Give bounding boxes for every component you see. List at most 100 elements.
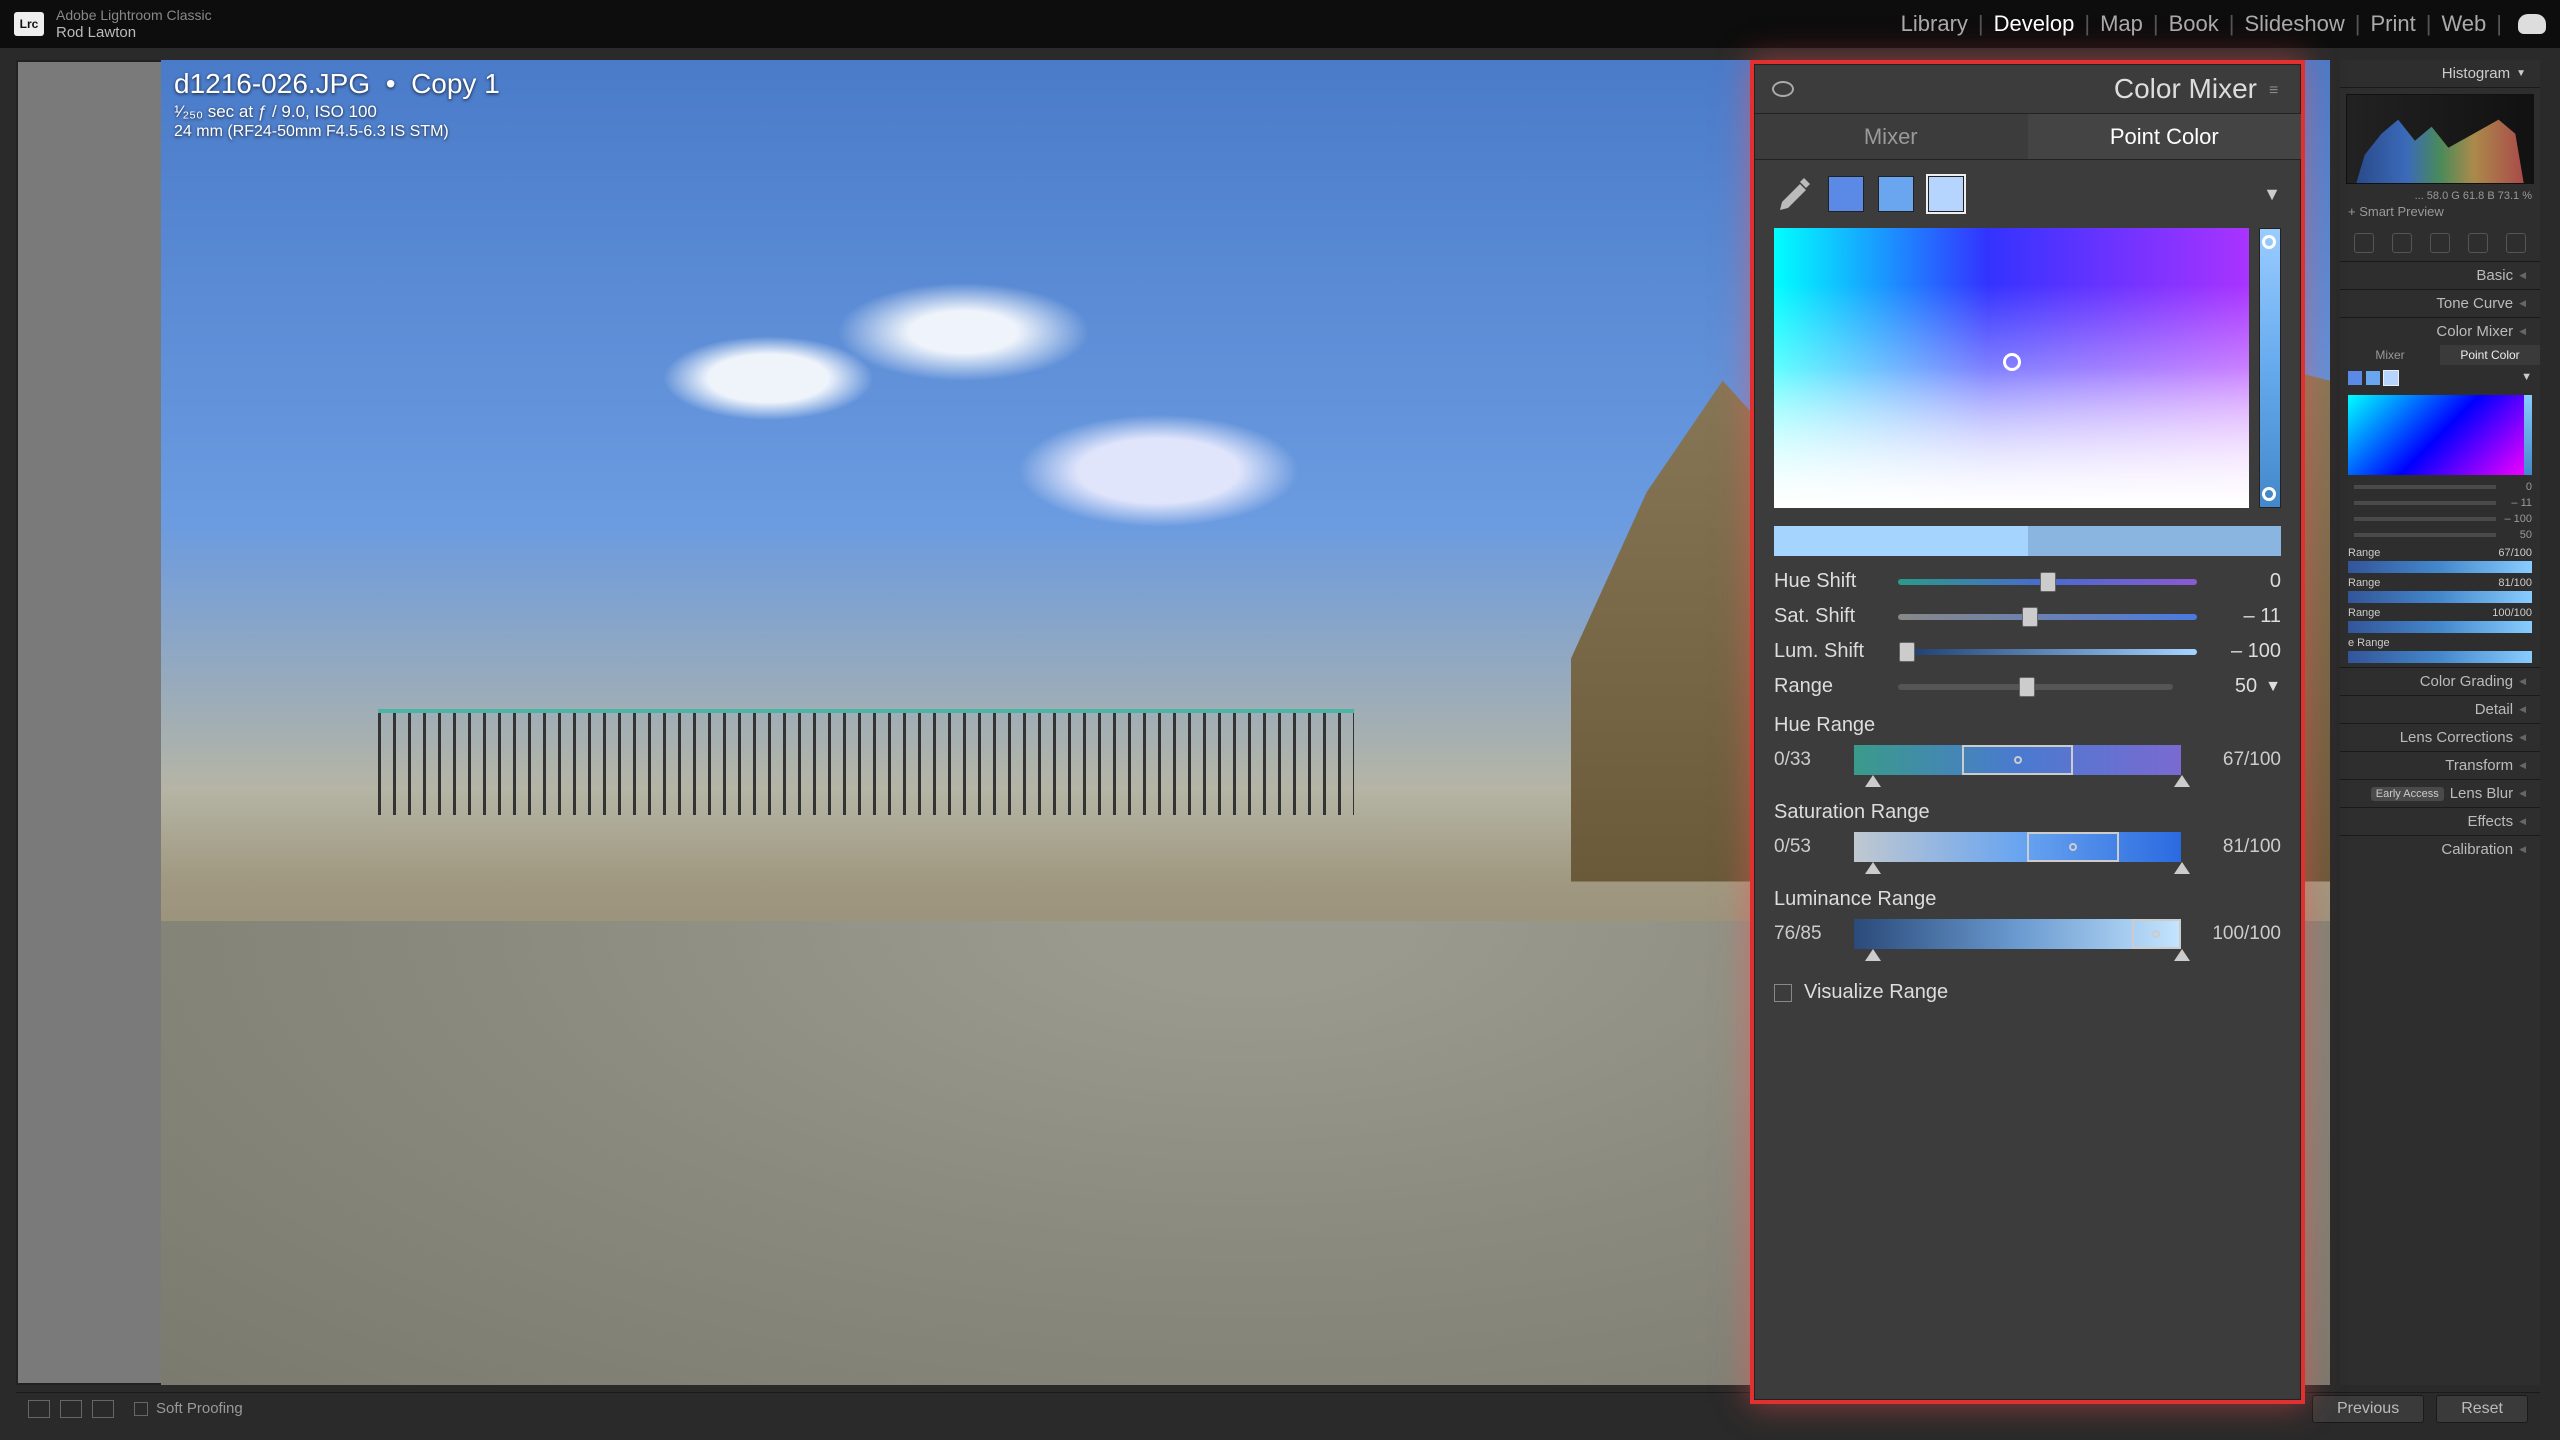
slider-thumb[interactable] xyxy=(2022,607,2038,627)
slider-track[interactable] xyxy=(1898,649,2197,655)
eyedropper-icon[interactable] xyxy=(1774,174,1814,214)
visualize-range-row[interactable]: Visualize Range xyxy=(1754,965,2301,1020)
swatch-disclosure-icon[interactable]: ▼ xyxy=(2263,184,2281,205)
hue-range-handle-right[interactable] xyxy=(2174,775,2190,787)
mini-range-0[interactable]: Range 67/100 xyxy=(2348,547,2532,573)
section-color-mixer[interactable]: Color Mixer◀ xyxy=(2340,317,2540,345)
luminance-range-handle-right[interactable] xyxy=(2174,949,2190,961)
histogram[interactable] xyxy=(2346,94,2534,184)
saturation-range-bar[interactable] xyxy=(1854,832,2181,862)
section-lens-blur[interactable]: Early AccessLens Blur◀ xyxy=(2340,779,2540,807)
mini-range-1[interactable]: Range 81/100 xyxy=(2348,577,2532,603)
reset-button[interactable]: Reset xyxy=(2436,1395,2528,1423)
soft-proofing-toggle[interactable]: Soft Proofing xyxy=(134,1400,243,1417)
smart-preview-indicator[interactable]: + Smart Preview xyxy=(2340,202,2540,225)
mini-color-field[interactable] xyxy=(2348,395,2532,475)
mini-swatches: ▼ xyxy=(2340,365,2540,391)
mini-range-2[interactable]: Range 100/100 xyxy=(2348,607,2532,633)
lens-line: 24 mm (RF24-50mm F4.5-6.3 IS STM) xyxy=(174,123,500,141)
mini-disclosure-icon[interactable]: ▼ xyxy=(2521,371,2532,385)
luminance-range-selection[interactable] xyxy=(2132,919,2181,949)
cloud-sync-icon[interactable] xyxy=(2518,14,2546,34)
tool-strip xyxy=(2340,225,2540,261)
histogram-header[interactable]: Histogram▼ xyxy=(2340,60,2540,88)
section-transform[interactable]: Transform◀ xyxy=(2340,751,2540,779)
section-effects[interactable]: Effects◀ xyxy=(2340,807,2540,835)
slider-thumb[interactable] xyxy=(2040,572,2056,592)
range-slider: Range 50 ▼ xyxy=(1754,669,2301,704)
mini-swatch-3[interactable] xyxy=(2384,371,2398,385)
mini-shift-3[interactable]: 50 xyxy=(2340,527,2540,543)
top-bar: Lrc Adobe Lightroom Classic Rod Lawton L… xyxy=(0,0,2560,48)
slider-track[interactable] xyxy=(1898,579,2197,585)
app-name: Adobe Lightroom Classic xyxy=(56,7,212,24)
view-mode-before-after-icon[interactable] xyxy=(60,1400,82,1418)
settings-tool-icon[interactable] xyxy=(2506,233,2526,253)
tab-mixer[interactable]: Mixer xyxy=(1754,114,2028,159)
filename: d1216-026.JPG xyxy=(174,68,370,99)
soft-proofing-checkbox[interactable] xyxy=(134,1402,148,1416)
section-lens-corrections[interactable]: Lens Corrections◀ xyxy=(2340,723,2540,751)
user-name: Rod Lawton xyxy=(56,24,212,41)
mini-tab-pointcolor[interactable]: Point Color xyxy=(2440,345,2540,365)
saturation-range-handle-right[interactable] xyxy=(2174,862,2190,874)
luminance-range-bar[interactable] xyxy=(1854,919,2181,949)
saturation-range-handle-left[interactable] xyxy=(1865,862,1881,874)
module-map[interactable]: Map xyxy=(2100,11,2143,37)
hue-range-handle-left[interactable] xyxy=(1865,775,1881,787)
swatch-3[interactable] xyxy=(1928,176,1964,212)
saturation-range-selection[interactable] xyxy=(2027,832,2119,862)
histogram-readout: ... 58.0 G 61.8 B 73.1 % xyxy=(2340,190,2540,202)
image-metadata-overlay: d1216-026.JPG • Copy 1 ¹⁄₂₅₀ sec at ƒ / … xyxy=(174,68,500,141)
develop-right-panel: Histogram▼ ... 58.0 G 61.8 B 73.1 % + Sm… xyxy=(2340,60,2540,1385)
swatch-1[interactable] xyxy=(1828,176,1864,212)
module-slideshow[interactable]: Slideshow xyxy=(2244,11,2344,37)
color-field[interactable] xyxy=(1774,228,2281,508)
module-book[interactable]: Book xyxy=(2169,11,2219,37)
luminance-strip[interactable] xyxy=(2259,228,2281,508)
luminance-bottom-handle[interactable] xyxy=(2262,487,2276,501)
crop-tool-icon[interactable] xyxy=(2354,233,2374,253)
mini-swatch-2[interactable] xyxy=(2366,371,2380,385)
slider-thumb[interactable] xyxy=(1899,642,1915,662)
previous-button[interactable]: Previous xyxy=(2312,1395,2424,1423)
luminance-top-handle[interactable] xyxy=(2262,235,2276,249)
section-detail[interactable]: Detail◀ xyxy=(2340,695,2540,723)
redeye-tool-icon[interactable] xyxy=(2468,233,2488,253)
mini-mixer-tabs: Mixer Point Color xyxy=(2340,345,2540,365)
module-print[interactable]: Print xyxy=(2370,11,2415,37)
view-mode-loupe-icon[interactable] xyxy=(28,1400,50,1418)
panel-visibility-eye-icon[interactable] xyxy=(1772,81,1794,97)
hue-range-selection[interactable] xyxy=(1962,745,2073,775)
range-thumb[interactable] xyxy=(2019,677,2035,697)
color-field-picker[interactable] xyxy=(2003,353,2021,371)
heal-tool-icon[interactable] xyxy=(2392,233,2412,253)
mini-range-3[interactable]: e Range xyxy=(2348,637,2532,663)
range-disclosure-icon[interactable]: ▼ xyxy=(2265,678,2281,696)
luminance-range: 76/85100/100 xyxy=(1774,919,2281,961)
panel-menu-icon[interactable]: ≡ xyxy=(2269,82,2283,96)
section-tone-curve[interactable]: Tone Curve◀ xyxy=(2340,289,2540,317)
section-color-grading[interactable]: Color Grading◀ xyxy=(2340,667,2540,695)
module-web[interactable]: Web xyxy=(2441,11,2486,37)
mask-tool-icon[interactable] xyxy=(2430,233,2450,253)
mini-swatch-1[interactable] xyxy=(2348,371,2362,385)
module-library[interactable]: Library xyxy=(1901,11,1968,37)
section-calibration[interactable]: Calibration◀ xyxy=(2340,835,2540,863)
panel-tabs: Mixer Point Color xyxy=(1754,114,2301,160)
mini-shift-0[interactable]: 0 xyxy=(2340,479,2540,495)
luminance-range-handle-left[interactable] xyxy=(1865,949,1881,961)
range-track[interactable] xyxy=(1898,684,2173,690)
mini-tab-mixer[interactable]: Mixer xyxy=(2340,345,2440,365)
visualize-range-checkbox[interactable] xyxy=(1774,984,1792,1002)
view-mode-split-icon[interactable] xyxy=(92,1400,114,1418)
module-develop[interactable]: Develop xyxy=(1994,11,2075,37)
swatch-2[interactable] xyxy=(1878,176,1914,212)
tab-point-color[interactable]: Point Color xyxy=(2028,114,2302,159)
mini-shift-2[interactable]: – 100 xyxy=(2340,511,2540,527)
mini-shift-1[interactable]: – 11 xyxy=(2340,495,2540,511)
luminance-range-title: Luminance Range xyxy=(1754,878,2301,915)
slider-track[interactable] xyxy=(1898,614,2197,620)
section-basic[interactable]: Basic◀ xyxy=(2340,261,2540,289)
hue-range-bar[interactable] xyxy=(1854,745,2181,775)
